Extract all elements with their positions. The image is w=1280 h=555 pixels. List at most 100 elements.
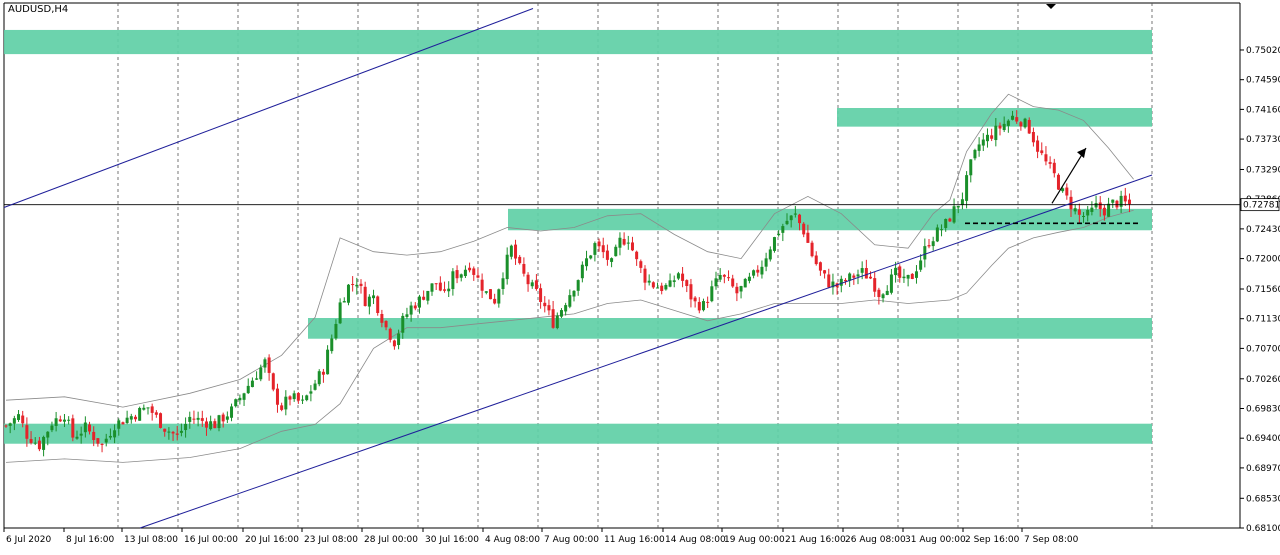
candle-body [923, 246, 927, 260]
candle-body [71, 418, 75, 438]
candle-body [1044, 154, 1048, 162]
candle-body [33, 442, 37, 444]
candle-body [355, 284, 359, 287]
candle-body [576, 280, 580, 291]
candle-body [1031, 131, 1035, 143]
candle-body [919, 260, 923, 270]
candle-body [530, 282, 534, 287]
candle-body [1098, 202, 1102, 210]
time-tick-label: 4 Aug 08:00 [485, 535, 540, 545]
candle-body [1052, 162, 1056, 174]
candle-body [401, 315, 405, 333]
candle-body [326, 349, 330, 375]
price-tick-label: 0.75020 [1246, 46, 1280, 56]
candle-body [1082, 215, 1086, 217]
candle-body [25, 425, 29, 439]
candle-body [209, 421, 213, 430]
price-tick-label: 0.71130 [1246, 315, 1280, 325]
candle-body [1086, 209, 1090, 216]
candle-body [472, 268, 476, 275]
candle-body [96, 438, 100, 444]
time-tick-label: 31 Aug 00:00 [905, 535, 966, 545]
candle-body [885, 290, 889, 295]
candle-body [204, 421, 208, 428]
candle-body [46, 431, 50, 438]
candle-body [509, 245, 513, 257]
candle-body [927, 245, 931, 247]
candle-body [739, 286, 743, 292]
time-tick-label: 20 Jul 16:00 [245, 535, 299, 545]
candle-body [1023, 118, 1027, 128]
top-marker-icon [1046, 4, 1056, 9]
candle-body [806, 232, 810, 243]
candle-body [580, 264, 584, 279]
candle-body [969, 159, 973, 176]
candle-body [564, 305, 568, 312]
price-tick-label: 0.70700 [1246, 344, 1280, 354]
candle-body [83, 422, 87, 433]
candle-body [977, 144, 981, 151]
candle-body [62, 419, 66, 422]
candle-body [271, 373, 275, 390]
candle-body [948, 218, 952, 222]
symbol-label: AUDUSD,H4 [8, 4, 69, 15]
candle-body [935, 227, 939, 242]
candle-body [413, 305, 417, 309]
zone-resistance-high [837, 108, 1152, 127]
price-tick-label: 0.70260 [1246, 375, 1280, 385]
candle-body [434, 283, 438, 285]
candle-body [230, 406, 234, 418]
candle-body [301, 399, 305, 401]
candle-body [363, 286, 367, 307]
candle-body [940, 229, 944, 231]
candle-body [12, 418, 16, 424]
candle-body [651, 282, 655, 288]
candle-body [188, 416, 192, 422]
candle-body [384, 320, 388, 328]
candle-body [985, 134, 989, 142]
price-tick-label: 0.71560 [1246, 285, 1280, 295]
time-tick-label: 6 Jul 2020 [6, 535, 51, 545]
candle-body [1119, 195, 1123, 207]
zone-support-lower [308, 318, 1152, 339]
candle-body [263, 359, 267, 368]
candle-body [104, 438, 108, 443]
candle-body [330, 338, 334, 352]
time-tick-label: 14 Aug 08:00 [665, 535, 726, 545]
price-tick-label: 0.68530 [1246, 494, 1280, 504]
candle-body [488, 289, 492, 300]
chart-area[interactable]: 0.750200.745900.741600.737300.732900.728… [0, 0, 1280, 551]
candle-body [547, 305, 551, 311]
candle-body [710, 286, 714, 302]
candle-body [79, 433, 83, 436]
candle-body [718, 275, 722, 280]
candle-body [660, 285, 664, 291]
candle-body [171, 431, 175, 434]
candle-body [526, 274, 530, 285]
candle-body [756, 269, 760, 273]
candle-body [184, 423, 188, 431]
trendlines [3, 4, 1240, 529]
candle-body [818, 262, 822, 271]
candle-body [100, 443, 104, 445]
price-chart[interactable]: 0.750200.745900.741600.737300.732900.728… [0, 0, 1280, 551]
candle-body [785, 220, 789, 225]
candle-body [58, 419, 62, 422]
candle-body [693, 297, 697, 302]
price-tick-label: 0.73290 [1246, 165, 1280, 175]
time-tick-label: 7 Aug 00:00 [544, 535, 599, 545]
candle-body [614, 246, 618, 257]
candle-body [768, 249, 772, 260]
candle-body [668, 280, 672, 287]
candle-body [133, 416, 137, 420]
time-tick-label: 19 Aug 00:00 [724, 535, 785, 545]
candle-body [910, 273, 914, 280]
candle-body [451, 271, 455, 290]
time-tick-label: 7 Sep 08:00 [1024, 535, 1079, 545]
candle-body [380, 314, 384, 323]
candle-body [200, 418, 204, 421]
bollinger-upper-band [5, 93, 1134, 408]
candle-body [722, 274, 726, 277]
candle-body [597, 241, 601, 247]
candle-body [618, 237, 622, 248]
